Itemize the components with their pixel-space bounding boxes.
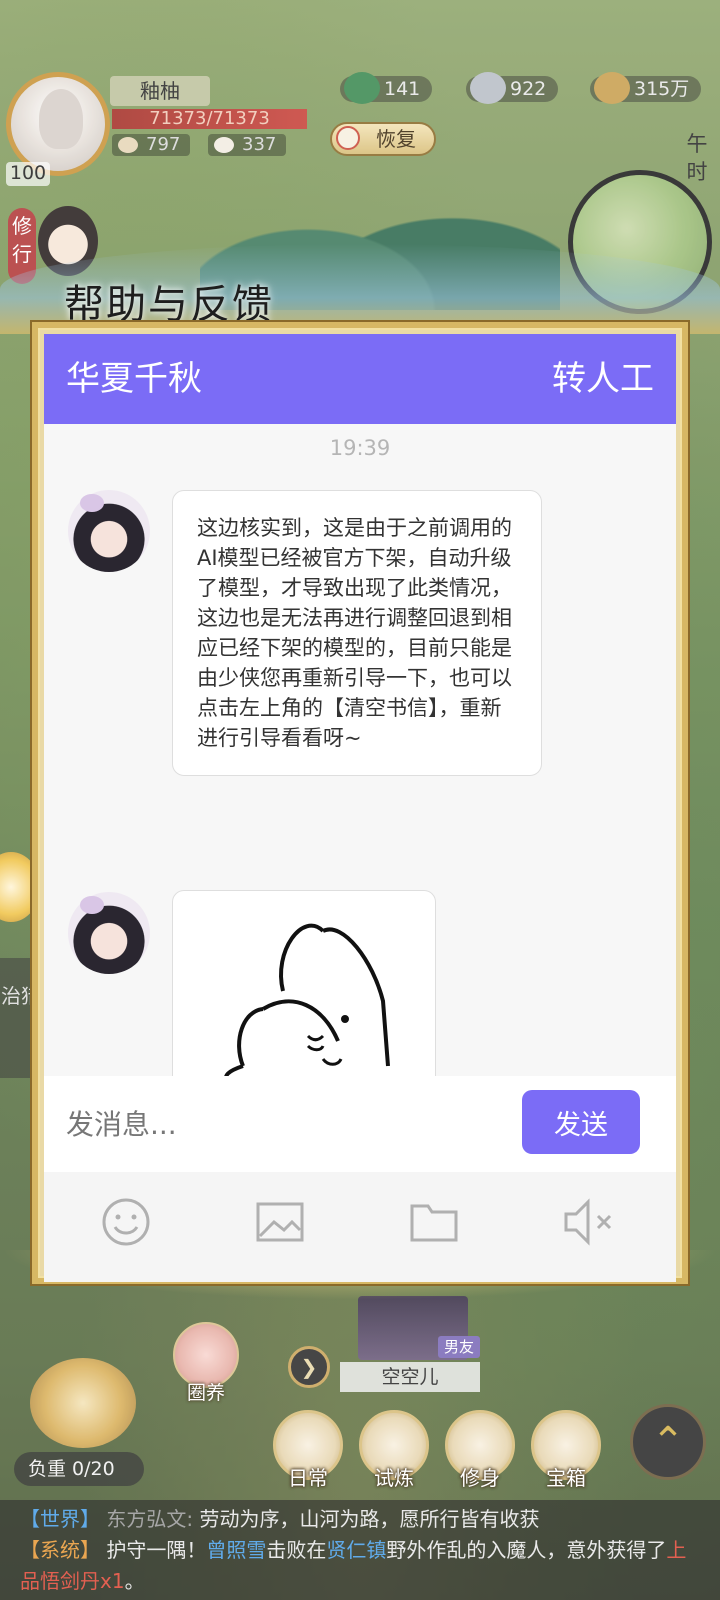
message-timestamp: 19:39 [329, 436, 391, 460]
send-button[interactable]: 发送 [522, 1090, 640, 1154]
agent-avatar [68, 490, 150, 572]
transfer-human-button[interactable]: 转人工 [552, 334, 654, 424]
smile-icon[interactable] [96, 1192, 156, 1252]
image-icon[interactable] [250, 1192, 310, 1252]
sticker-image[interactable] [172, 890, 436, 1076]
message-input[interactable] [66, 1096, 506, 1152]
chat-header-title: 华夏千秋 [66, 359, 202, 399]
chat-toolbar [44, 1172, 676, 1282]
support-chat-panel: 华夏千秋 转人工 19:39 这边核实到，这是由于之前调用的AI模型已经被官方下… [44, 334, 676, 1282]
message-input-row: 发送 [44, 1076, 676, 1172]
bird-sticker-icon [224, 923, 390, 1076]
agent-message: 这边核实到，这是由于之前调用的AI模型已经被官方下架，自动升级了模型，才导致出现… [172, 490, 542, 776]
chat-messages[interactable]: 19:39 这边核实到，这是由于之前调用的AI模型已经被官方下架，自动升级了模型… [44, 424, 676, 1076]
agent-avatar [68, 892, 150, 974]
mute-icon[interactable] [558, 1192, 618, 1252]
folder-icon[interactable] [404, 1192, 464, 1252]
chat-header: 华夏千秋 转人工 [44, 334, 676, 424]
